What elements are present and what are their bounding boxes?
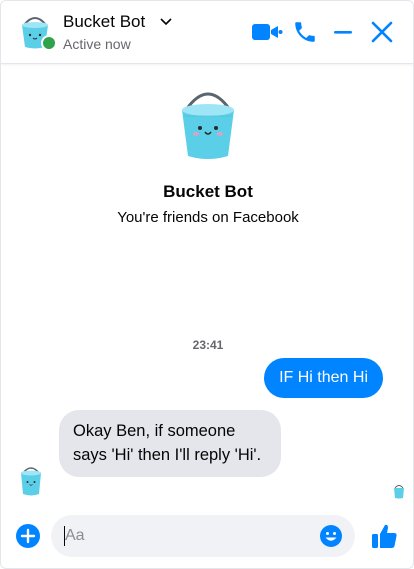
chat-window: Bucket Bot Active now Bucket Bot You're …: [0, 0, 414, 569]
close-icon[interactable]: [369, 19, 395, 45]
plus-circle-icon[interactable]: [15, 523, 41, 549]
message-timestamp: 23:41: [192, 338, 224, 352]
contact-name[interactable]: Bucket Bot: [63, 12, 145, 32]
minimize-icon[interactable]: [331, 19, 355, 45]
seen-receipt-icon: [392, 483, 406, 499]
bucket-avatar-icon[interactable]: [17, 463, 45, 497]
online-status-dot: [41, 35, 57, 51]
thumbs-up-icon[interactable]: [370, 522, 398, 550]
incoming-message-bubble[interactable]: Okay Ben, if someone says 'Hi' then I'll…: [59, 410, 281, 477]
phone-call-icon[interactable]: [292, 19, 318, 45]
outgoing-message-bubble[interactable]: IF Hi then Hi: [264, 358, 383, 398]
video-call-icon[interactable]: [251, 19, 283, 45]
active-status: Active now: [63, 36, 131, 52]
message-input[interactable]: [65, 515, 305, 557]
chevron-down-icon[interactable]: [159, 15, 173, 29]
message-composer[interactable]: [51, 515, 355, 557]
conversation-name: Bucket Bot: [163, 182, 253, 201]
friends-status-text: You're friends on Facebook: [117, 209, 299, 226]
chat-header: Bucket Bot Active now: [1, 1, 413, 64]
emoji-icon[interactable]: [319, 524, 343, 548]
bucket-profile-image[interactable]: [172, 86, 244, 162]
